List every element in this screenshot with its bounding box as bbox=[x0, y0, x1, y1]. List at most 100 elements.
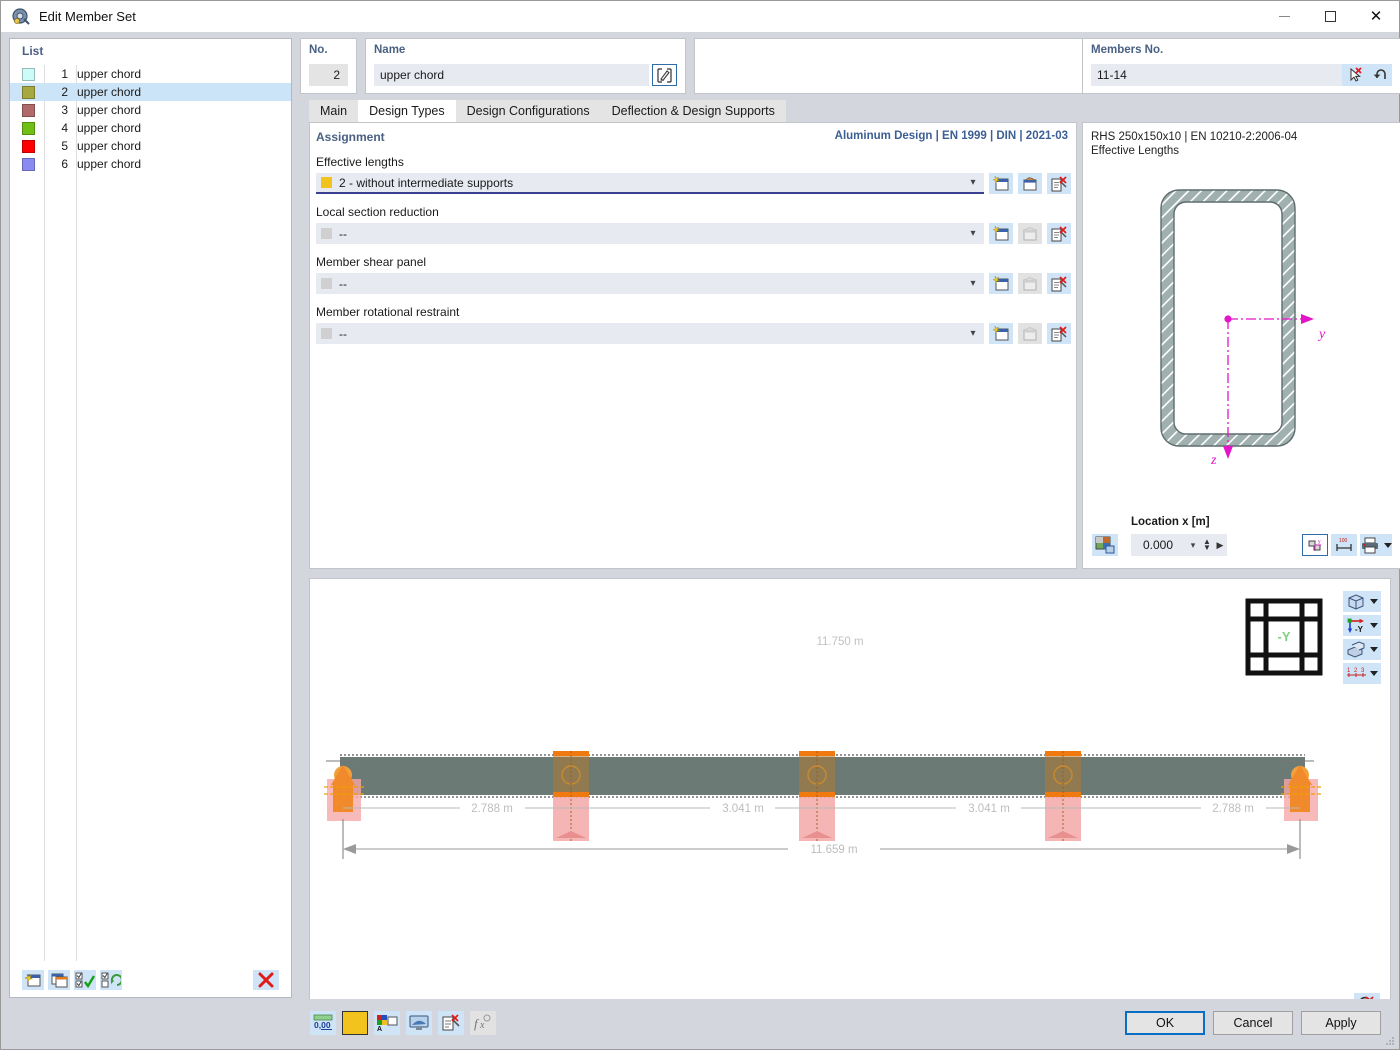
location-dropdown-icon[interactable]: ▾ bbox=[1185, 540, 1201, 551]
main-column: No. 2 Name upper chord Members No. 11-14… bbox=[300, 32, 1400, 1049]
view-render-mode-button[interactable] bbox=[1343, 591, 1381, 612]
header-row: No. 2 Name upper chord Members No. 11-14 bbox=[300, 38, 1400, 94]
resize-grip[interactable] bbox=[1385, 1036, 1395, 1046]
delete-member-set-button[interactable] bbox=[253, 970, 279, 990]
number-label: No. bbox=[309, 44, 328, 56]
location-next-icon[interactable]: ▶ bbox=[1213, 540, 1227, 551]
tabstrip[interactable]: Main Design Types Design Configurations Def… bbox=[309, 100, 786, 122]
list-item-label: upper chord bbox=[77, 85, 142, 99]
list-item-label: upper chord bbox=[77, 103, 142, 117]
member-set-icon bbox=[11, 7, 31, 27]
edit-member-shear-panel-button[interactable] bbox=[1018, 273, 1042, 294]
location-value: 0.000 bbox=[1142, 538, 1174, 552]
delete-entry-button[interactable] bbox=[438, 1011, 464, 1035]
undo-members-button[interactable] bbox=[1367, 64, 1392, 86]
invert-selection-button[interactable] bbox=[100, 970, 122, 990]
apply-button[interactable]: Apply bbox=[1301, 1011, 1381, 1035]
copy-member-set-button[interactable] bbox=[48, 970, 70, 990]
list-item[interactable]: 6 upper chord bbox=[10, 155, 291, 173]
list-item-number: 4 bbox=[61, 121, 68, 135]
name-input[interactable]: upper chord bbox=[374, 64, 649, 86]
delete-effective-lengths-button[interactable] bbox=[1047, 173, 1071, 194]
display-settings-button[interactable] bbox=[406, 1011, 432, 1035]
edit-effective-lengths-button[interactable] bbox=[1018, 173, 1042, 194]
chevron-down-icon[interactable]: ▾ bbox=[964, 328, 982, 339]
assignment-combo[interactable]: -- ▾ bbox=[316, 323, 984, 344]
axis-dropdown-icon[interactable] bbox=[1370, 623, 1378, 628]
list-item-color-swatch bbox=[22, 157, 35, 171]
chevron-down-icon[interactable]: ▾ bbox=[964, 278, 982, 289]
delete-local-section-reduction-button[interactable] bbox=[1047, 223, 1071, 244]
minimize-button[interactable] bbox=[1261, 1, 1307, 32]
section-dimensions-button[interactable]: 100 bbox=[1331, 534, 1357, 556]
list-item-number: 6 bbox=[61, 157, 68, 171]
assignment-field-label: Member shear panel bbox=[316, 255, 427, 269]
new-effective-lengths-button[interactable] bbox=[989, 173, 1013, 194]
tab-design-types[interactable]: Design Types bbox=[358, 100, 456, 122]
edit-member-set-window: Edit Member Set ✕ List 1 upper chord 2 uppe… bbox=[0, 0, 1400, 1050]
window-title: Edit Member Set bbox=[39, 9, 136, 24]
color-legend-button[interactable]: A bbox=[374, 1011, 400, 1035]
edit-member-rotational-restraint-button[interactable] bbox=[1018, 323, 1042, 344]
formula-button[interactable]: f x bbox=[470, 1011, 496, 1035]
list-item[interactable]: 4 upper chord bbox=[10, 119, 291, 137]
view-layers-button[interactable] bbox=[1343, 639, 1381, 660]
assignment-field-group: Member rotational restraint -- ▾ bbox=[316, 305, 1076, 344]
layers-dropdown-icon[interactable] bbox=[1370, 647, 1378, 652]
new-local-section-reduction-button[interactable] bbox=[989, 223, 1013, 244]
numbering-dropdown-icon[interactable] bbox=[1370, 671, 1378, 676]
list-item[interactable]: 3 upper chord bbox=[10, 101, 291, 119]
red-x-icon bbox=[258, 972, 274, 988]
assignment-field-label: Local section reduction bbox=[316, 205, 439, 219]
color-swatch-button[interactable] bbox=[342, 1011, 368, 1035]
assignment-combo[interactable]: -- ▾ bbox=[316, 223, 984, 244]
color-legend-icon: A bbox=[377, 1015, 398, 1032]
section-image-button[interactable] bbox=[1092, 534, 1118, 556]
section-print-button[interactable] bbox=[1360, 534, 1392, 556]
new-member-shear-panel-button[interactable] bbox=[989, 273, 1013, 294]
delete-doc-icon bbox=[1050, 225, 1068, 242]
edit-local-section-reduction-button[interactable] bbox=[1018, 223, 1042, 244]
cross-section-title: RHS 250x150x10 | EN 10210-2:2006-04 Effe… bbox=[1083, 123, 1400, 158]
section-axes-toggle-button[interactable]: y bbox=[1302, 534, 1328, 556]
svg-text:-Y: -Y bbox=[1355, 625, 1364, 634]
assignment-combo[interactable]: 2 - without intermediate supports ▾ bbox=[316, 173, 984, 194]
location-spinner[interactable]: 0.000 ▾ ▲ ▼ ▶ bbox=[1131, 534, 1227, 556]
number-value: 2 bbox=[309, 64, 348, 86]
tab-design-configurations[interactable]: Design Configurations bbox=[455, 100, 601, 122]
chevron-down-icon[interactable]: ▾ bbox=[964, 177, 982, 188]
print-dropdown-icon[interactable] bbox=[1383, 542, 1392, 548]
tab-main[interactable]: Main bbox=[309, 100, 359, 122]
svg-text:A: A bbox=[377, 1026, 382, 1032]
maximize-button[interactable] bbox=[1307, 1, 1353, 32]
chevron-down-icon[interactable]: ▾ bbox=[964, 228, 982, 239]
render-mode-dropdown-icon[interactable] bbox=[1370, 599, 1378, 604]
close-button[interactable]: ✕ bbox=[1353, 1, 1399, 32]
assignment-field-label: Effective lengths bbox=[316, 155, 404, 169]
view-numbering-button[interactable]: 1 2 3 bbox=[1343, 663, 1381, 684]
delete-member-shear-panel-button[interactable] bbox=[1047, 273, 1071, 294]
new-member-rotational-restraint-button[interactable] bbox=[989, 323, 1013, 344]
edit-name-button[interactable] bbox=[652, 64, 677, 86]
pick-members-button[interactable] bbox=[1342, 64, 1367, 86]
pick-cursor-icon bbox=[1350, 67, 1362, 82]
list-item[interactable]: 5 upper chord bbox=[10, 137, 291, 155]
member-set-list[interactable]: 1 upper chord 2 upper chord 3 upper chord 4 upp… bbox=[10, 65, 291, 961]
model-viewport[interactable]: 11.750 m 2.788 m 3.041 m 3.041 m 2.788 m… bbox=[309, 578, 1391, 1026]
members-input[interactable]: 11-14 bbox=[1091, 64, 1342, 86]
new-member-set-button[interactable] bbox=[22, 970, 44, 990]
members-box: Members No. 11-14 bbox=[1082, 38, 1400, 94]
select-all-button[interactable] bbox=[74, 970, 96, 990]
tab-deflection-design-supports[interactable]: Deflection & Design Supports bbox=[600, 100, 786, 122]
ok-button[interactable]: OK bbox=[1125, 1011, 1205, 1035]
svg-text:x: x bbox=[479, 1020, 485, 1031]
delete-member-rotational-restraint-button[interactable] bbox=[1047, 323, 1071, 344]
list-item[interactable]: 2 upper chord bbox=[10, 83, 291, 101]
decimal-places-button[interactable]: 0,00 bbox=[310, 1011, 336, 1035]
view-axis-button[interactable]: -Y bbox=[1343, 615, 1381, 636]
cancel-button[interactable]: Cancel bbox=[1213, 1011, 1293, 1035]
assignment-combo[interactable]: -- ▾ bbox=[316, 273, 984, 294]
list-item[interactable]: 1 upper chord bbox=[10, 65, 291, 83]
location-stepper[interactable]: ▲ ▼ bbox=[1201, 538, 1213, 552]
name-box: Name upper chord bbox=[365, 38, 686, 94]
